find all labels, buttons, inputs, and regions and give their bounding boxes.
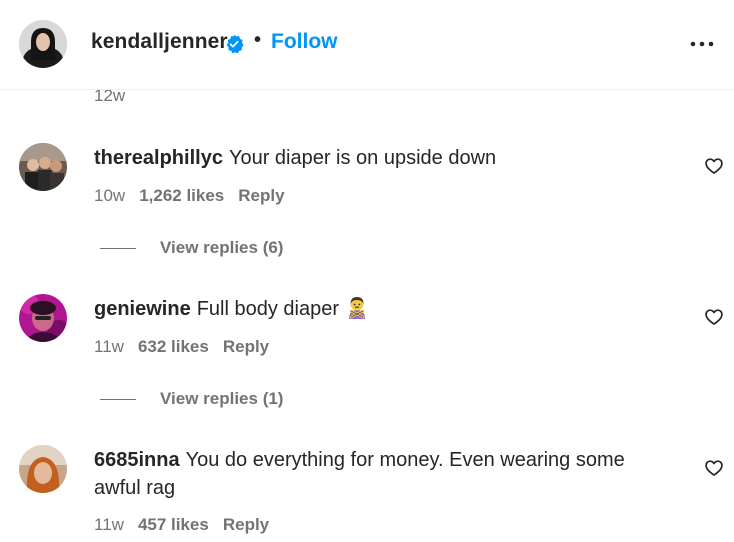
reply-button[interactable]: Reply: [223, 515, 269, 534]
comment-meta: 10w 1,262 likes Reply: [94, 186, 299, 206]
commenter-avatar[interactable]: [19, 143, 67, 191]
likes-count[interactable]: 1,262 likes: [139, 186, 224, 205]
replies-divider-line: [100, 399, 136, 401]
comment-meta: 11w 632 likes Reply: [94, 337, 283, 357]
reply-button[interactable]: Reply: [223, 337, 269, 356]
comment-text: Your diaper is on upside down: [228, 147, 497, 169]
like-heart-icon[interactable]: [704, 307, 724, 327]
comment-body: geniewine Full body diaper: [94, 295, 674, 323]
commenter-username[interactable]: geniewine: [94, 298, 191, 320]
view-replies-button[interactable]: View replies (6): [100, 238, 283, 258]
commenter-avatar[interactable]: [19, 294, 67, 342]
like-heart-icon[interactable]: [704, 458, 724, 478]
view-replies-label: View replies (1): [160, 389, 284, 408]
likes-count[interactable]: 632 likes: [138, 337, 209, 356]
comment-time: 10w: [94, 186, 126, 205]
verified-badge-icon: [226, 34, 244, 54]
comment-body: therealphillyc Your diaper is on upside d…: [94, 144, 674, 172]
post-header: kendalljenner • Follow: [0, 0, 734, 90]
comment-body: 6685inna You do everything for money. Eve…: [94, 446, 674, 502]
comment-meta: 11w 457 likes Reply: [94, 515, 283, 535]
comment-time: 11w: [94, 337, 124, 356]
commenter-username[interactable]: therealphillyc: [94, 147, 223, 169]
commenter-username[interactable]: 6685inna: [94, 449, 180, 471]
follow-button[interactable]: Follow: [271, 30, 338, 54]
replies-divider-line: [100, 248, 136, 250]
view-replies-label: View replies (6): [160, 238, 284, 257]
more-options-icon[interactable]: [688, 32, 716, 56]
reply-button[interactable]: Reply: [238, 186, 284, 205]
header-separator: •: [254, 29, 262, 51]
commenter-avatar[interactable]: [19, 445, 67, 493]
author-username[interactable]: kendalljenner: [91, 30, 228, 54]
view-replies-button[interactable]: View replies (1): [100, 389, 283, 409]
author-avatar[interactable]: [19, 20, 67, 68]
comment-time: 11w: [94, 515, 124, 534]
comments-panel: kendalljenner • Follow 12w therealphilly…: [0, 0, 734, 542]
likes-count[interactable]: 457 likes: [138, 515, 209, 534]
like-heart-icon[interactable]: [704, 156, 724, 176]
comment-text: Full body diaper: [196, 298, 340, 320]
person-gesturing-no-emoji: [348, 297, 365, 319]
